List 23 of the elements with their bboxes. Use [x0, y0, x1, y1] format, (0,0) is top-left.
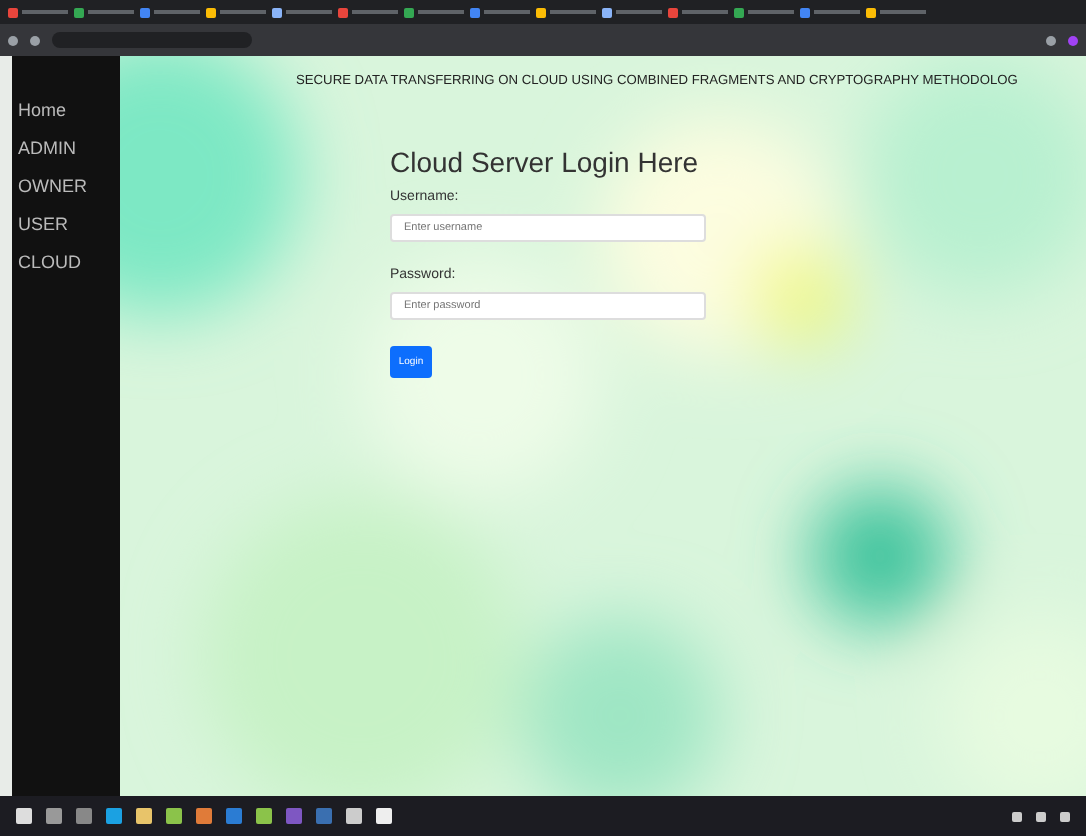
browser-tab[interactable] — [734, 4, 794, 20]
browser-tab[interactable] — [668, 4, 728, 20]
login-heading: Cloud Server Login Here — [390, 146, 701, 178]
browser-tab[interactable] — [74, 4, 134, 20]
browser-tab[interactable] — [8, 4, 68, 20]
browser-tab[interactable] — [140, 4, 200, 20]
nav-link[interactable]: USER — [12, 214, 120, 234]
browser-tab[interactable] — [602, 4, 662, 20]
nav-link[interactable]: Home — [12, 100, 120, 120]
browser-tab[interactable] — [800, 4, 860, 20]
browser-tab[interactable] — [338, 4, 398, 20]
tray-icon[interactable] — [1060, 811, 1070, 821]
nav-link[interactable]: ADMIN — [12, 138, 120, 158]
nav-link[interactable]: CLOUD — [12, 252, 120, 272]
tray-icon[interactable] — [1036, 811, 1046, 821]
nav-link[interactable]: OWNER — [12, 176, 120, 196]
tray-icon[interactable] — [1012, 811, 1022, 821]
browser-tab[interactable] — [866, 4, 926, 20]
browser-tab[interactable] — [404, 4, 464, 20]
browser-tab[interactable] — [536, 4, 596, 20]
browser-tab[interactable] — [272, 4, 332, 20]
browser-tab[interactable] — [470, 4, 530, 20]
browser-tab[interactable] — [206, 4, 266, 20]
